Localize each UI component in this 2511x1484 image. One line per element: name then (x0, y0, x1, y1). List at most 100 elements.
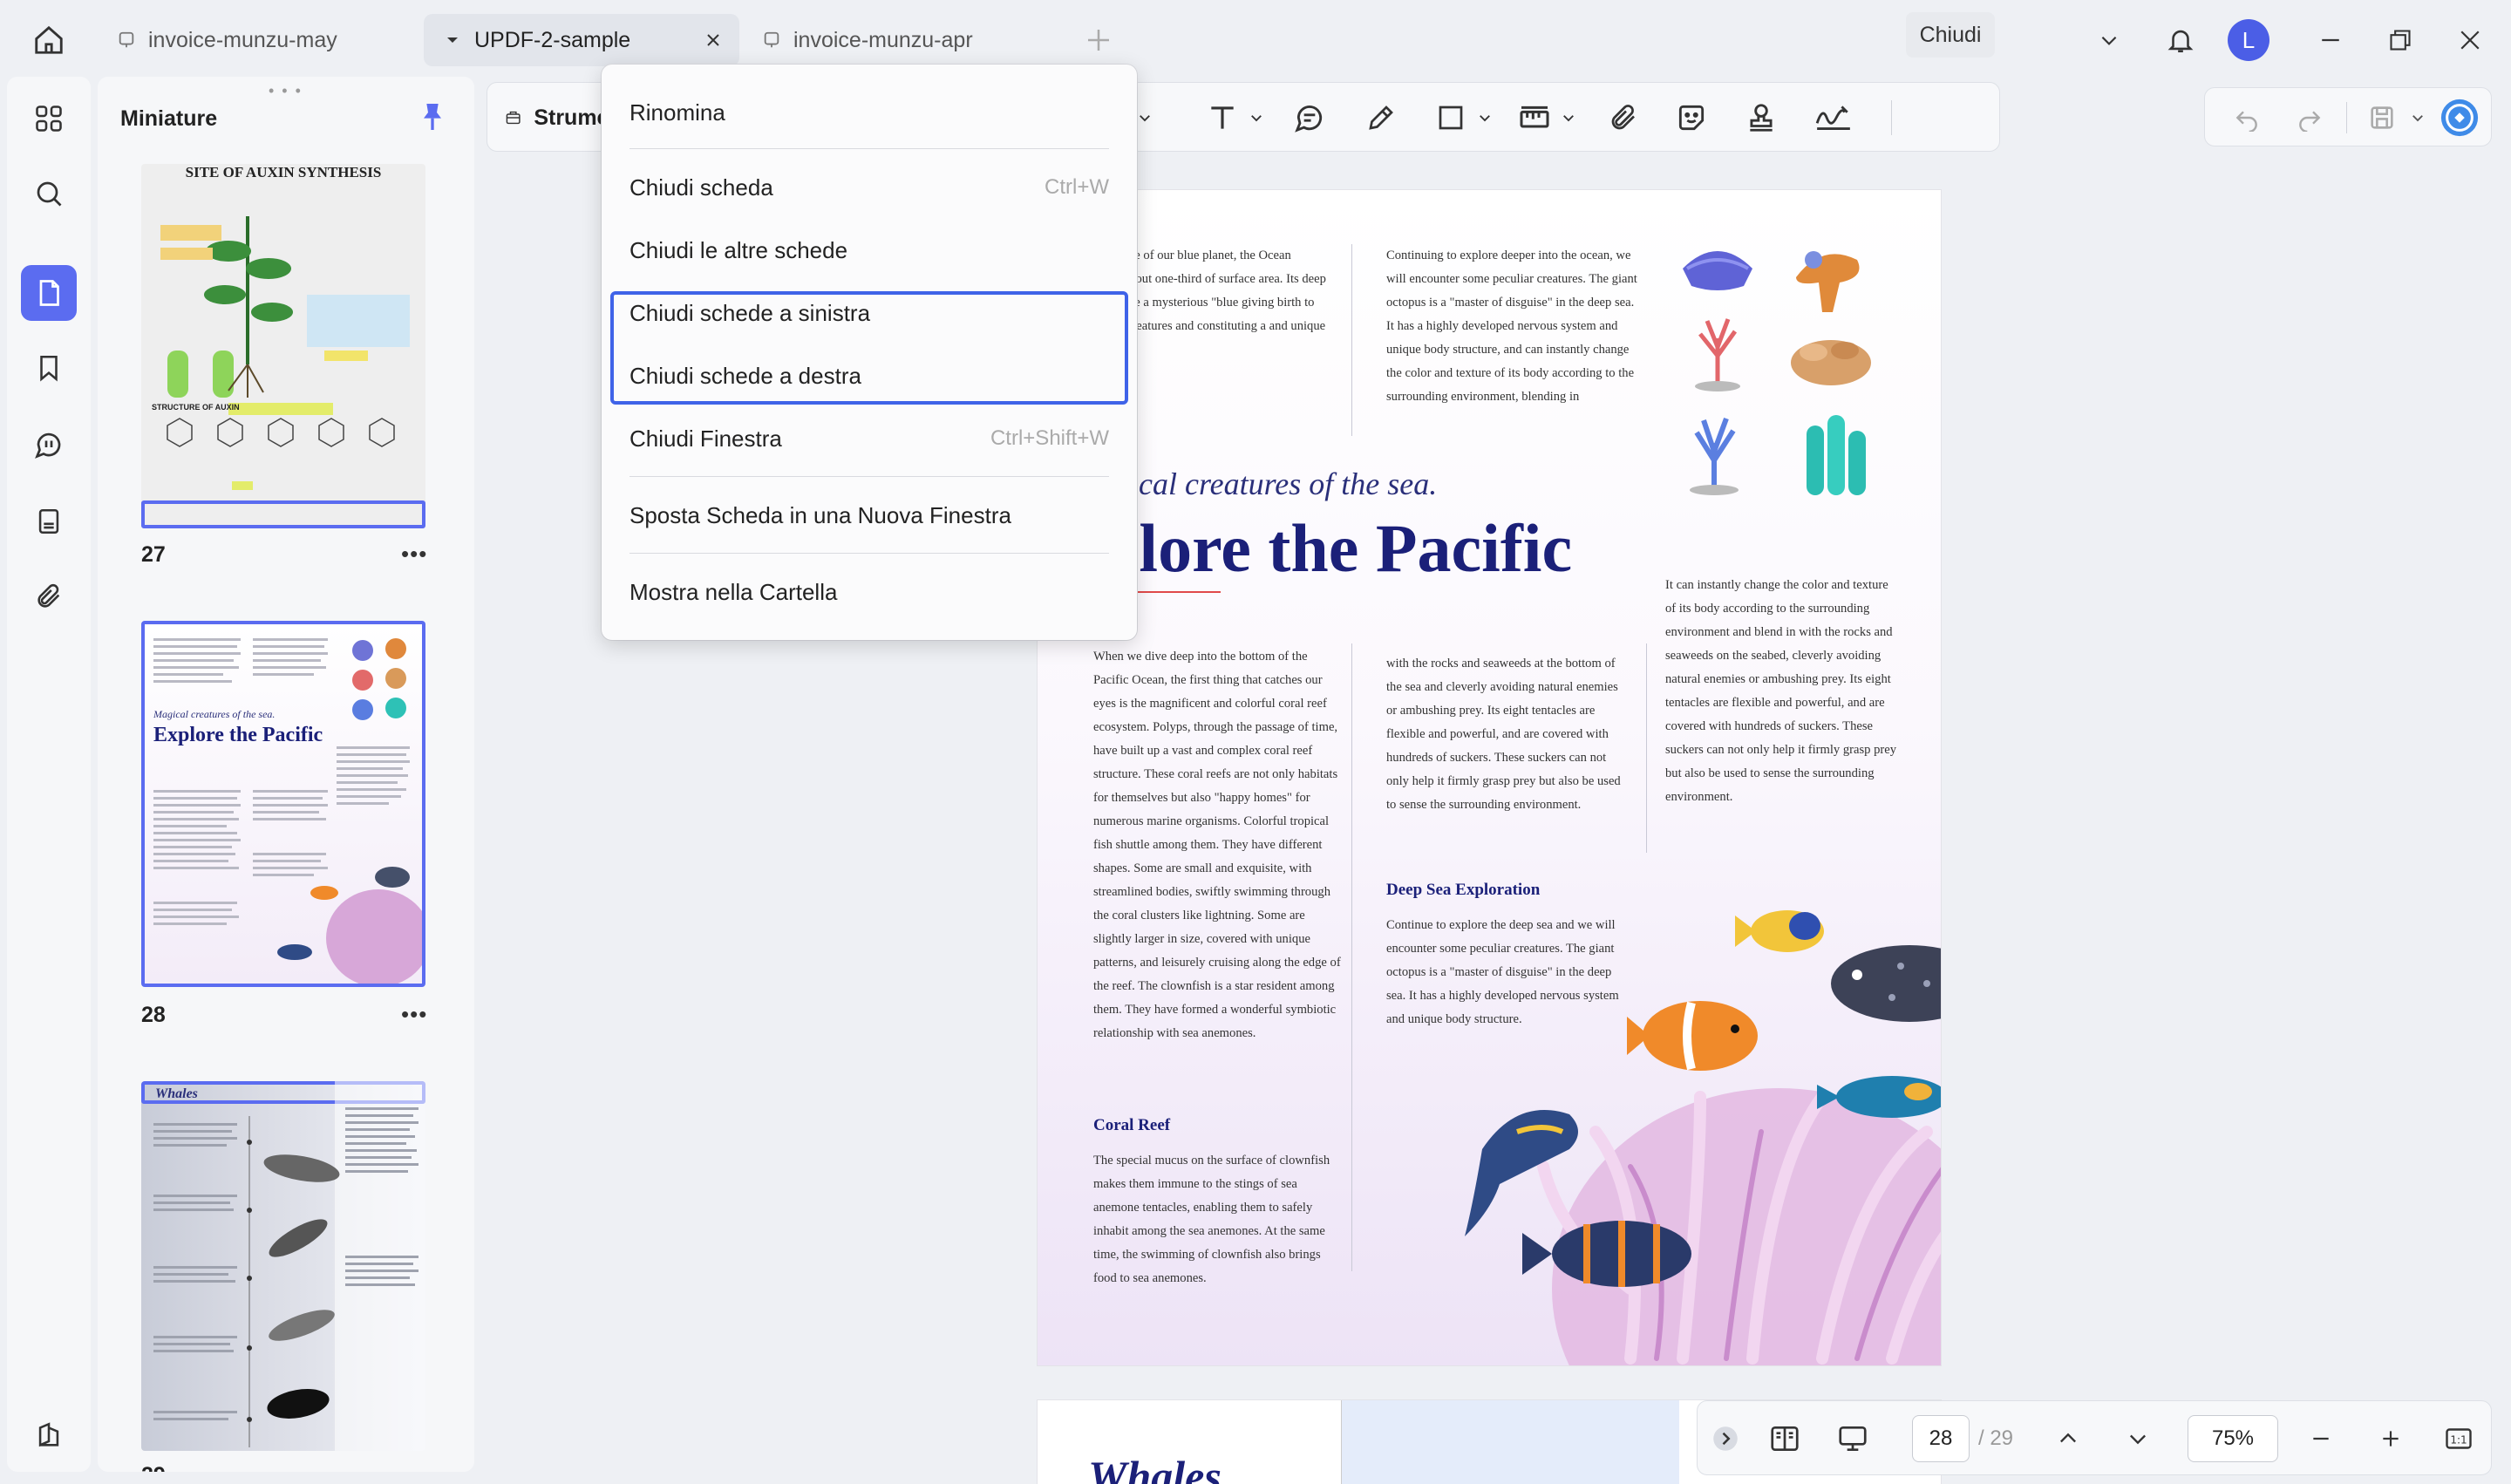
chevron-down-icon (2412, 115, 2423, 122)
attach-tool-button[interactable] (1602, 95, 1645, 140)
menu-item-close-other-tabs[interactable]: Chiudi le altre schede (629, 220, 1109, 281)
column-rule (1351, 643, 1352, 1271)
save-icon (2371, 106, 2393, 129)
page-navigation-bar: 28 / 29 75% 1:1 (1697, 1400, 2492, 1475)
stamp-tool-button[interactable] (1739, 95, 1783, 140)
shape-tool-button[interactable] (1429, 95, 1473, 140)
actual-size-icon: 1:1 (2446, 1428, 2472, 1449)
signature-icon (1815, 106, 1850, 130)
thumbnail-more-button[interactable]: ••• (401, 1001, 427, 1028)
menu-item-move-to-new-window[interactable]: Sposta Scheda in una Nuova Finestra (629, 485, 1109, 546)
notifications-button[interactable] (2157, 17, 2204, 63)
plus-icon (2383, 1431, 2399, 1447)
redo-button[interactable] (2287, 95, 2332, 140)
signature-tool-button[interactable] (1809, 95, 1858, 140)
presentation-icon (1839, 1426, 1867, 1452)
pencil-tool-button[interactable] (1359, 95, 1403, 140)
coral-purple-icon (1683, 251, 1752, 290)
previous-page-button[interactable] (2046, 1413, 2090, 1464)
ai-assistant-button[interactable] (2437, 95, 2482, 140)
thumbnail-more-button[interactable]: ••• (401, 541, 427, 568)
bookmark-icon (40, 355, 58, 382)
save-dropdown[interactable] (2407, 95, 2428, 140)
zoom-in-button[interactable] (2369, 1413, 2412, 1464)
next-page-button[interactable] (2116, 1413, 2160, 1464)
zoom-level-input[interactable]: 75% (2188, 1415, 2278, 1462)
tab-updf-2-sample[interactable]: UPDF-2-sample (424, 14, 739, 66)
chevron-down-icon (441, 29, 464, 51)
text-tool-button[interactable] (1201, 95, 1244, 140)
rail-comments-button[interactable] (21, 417, 77, 473)
thumbnail-page-28[interactable]: Magical creatures of the sea. Explore th… (141, 621, 425, 987)
toolbar-divider (2346, 102, 2347, 133)
thumbnail-page-number: 27 (141, 542, 166, 567)
panel-title: Miniature (120, 106, 218, 131)
sticker-tool-button[interactable] (1670, 95, 1713, 140)
text-tool-dropdown[interactable] (1246, 95, 1267, 140)
menu-item-show-in-folder[interactable]: Mostra nella Cartella (629, 562, 1109, 623)
plus-icon (1088, 30, 1109, 51)
thumbnail-page-number: 29 (141, 1463, 166, 1472)
page-29-divider (1341, 1400, 1342, 1484)
coral-reef-text: The special mucus on the surface of clow… (1093, 1154, 1330, 1285)
rail-theme-button[interactable] (21, 1407, 77, 1463)
whales-thumbnail-content (153, 1081, 425, 1451)
shape-tool-dropdown[interactable] (1474, 95, 1495, 140)
user-avatar[interactable]: L (2228, 19, 2269, 61)
presentation-button[interactable] (1830, 1413, 1875, 1464)
layers-icon (38, 1422, 59, 1447)
coral-red-icon (1695, 318, 1740, 391)
striped-fish-icon (1522, 1221, 1691, 1287)
save-button[interactable] (2360, 95, 2404, 140)
tabs-dropdown-button[interactable] (2086, 17, 2133, 63)
new-tab-button[interactable] (1079, 21, 1118, 59)
drag-handle[interactable]: • • • (269, 82, 303, 100)
thumbnail-page-29[interactable]: Whales (141, 1081, 425, 1451)
collapse-nav-button[interactable] (1708, 1413, 1743, 1464)
actual-size-button[interactable]: 1:1 (2437, 1413, 2480, 1464)
document-tab-icon (760, 29, 783, 51)
thumbnail-selection-frame (141, 500, 425, 528)
comment-tool-button[interactable] (1288, 95, 1331, 140)
thumbnail-page-27[interactable]: SITE OF AUXIN SYNTHESIS STRUCTURE OF AUX… (141, 164, 425, 528)
total-pages: / 29 (1978, 1426, 2014, 1450)
measure-tool-button[interactable] (1513, 95, 1556, 140)
minimize-button[interactable] (2307, 17, 2354, 63)
sticker-icon (1678, 105, 1705, 131)
tab-context-menu: Rinomina Chiudi scheda Ctrl+W Chiudi le … (602, 65, 1137, 640)
section-heading-coral-reef: Coral Reef (1093, 1116, 1171, 1134)
tab-close-button[interactable] (699, 26, 727, 54)
coral-blue-icon (1690, 417, 1739, 495)
page-29-header-band (1341, 1400, 1679, 1484)
current-page-input[interactable]: 28 (1912, 1415, 1970, 1462)
home-button[interactable] (24, 19, 73, 61)
tab-invoice-munzu-apr[interactable]: invoice-munzu-apr (743, 14, 1064, 66)
zoom-out-button[interactable] (2299, 1413, 2343, 1464)
rail-attachments-button[interactable] (21, 568, 77, 624)
ai-assistant-icon (2440, 99, 2479, 137)
thumbnail-more-button[interactable]: ••• (401, 1461, 427, 1472)
menu-item-close-tab[interactable]: Chiudi scheda Ctrl+W (629, 157, 1109, 218)
close-window-button[interactable] (2446, 17, 2494, 63)
rectangle-icon (1439, 106, 1463, 130)
highlight-dropdown[interactable] (1134, 95, 1155, 140)
text-column-1-main: When we dive deep into the bottom of the… (1093, 650, 1341, 1040)
rail-thumbnails-button[interactable] (21, 265, 77, 321)
left-tool-rail (7, 77, 91, 1472)
restore-button[interactable] (2377, 17, 2424, 63)
chevron-down-icon (1140, 115, 1150, 122)
rail-search-button[interactable] (21, 166, 77, 221)
close-tool-button[interactable]: Chiudi (1906, 12, 1995, 58)
menu-item-rename[interactable]: Rinomina (629, 82, 1109, 143)
page-layout-button[interactable] (1762, 1413, 1807, 1464)
pin-panel-button[interactable] (415, 99, 450, 134)
undo-button[interactable] (2224, 95, 2269, 140)
measure-tool-dropdown[interactable] (1558, 95, 1579, 140)
rail-organize-button[interactable] (21, 91, 77, 146)
tab-label: invoice-munzu-may (148, 27, 337, 52)
tab-invoice-munzu-may[interactable]: invoice-munzu-may (98, 14, 422, 66)
rail-forms-button[interactable] (21, 494, 77, 549)
menu-item-close-window[interactable]: Chiudi Finestra Ctrl+Shift+W (629, 408, 1109, 469)
pdf-page-28[interactable]: ...st embrace of our blue planet, the Oc… (1038, 190, 1941, 1365)
rail-bookmarks-button[interactable] (21, 340, 77, 396)
